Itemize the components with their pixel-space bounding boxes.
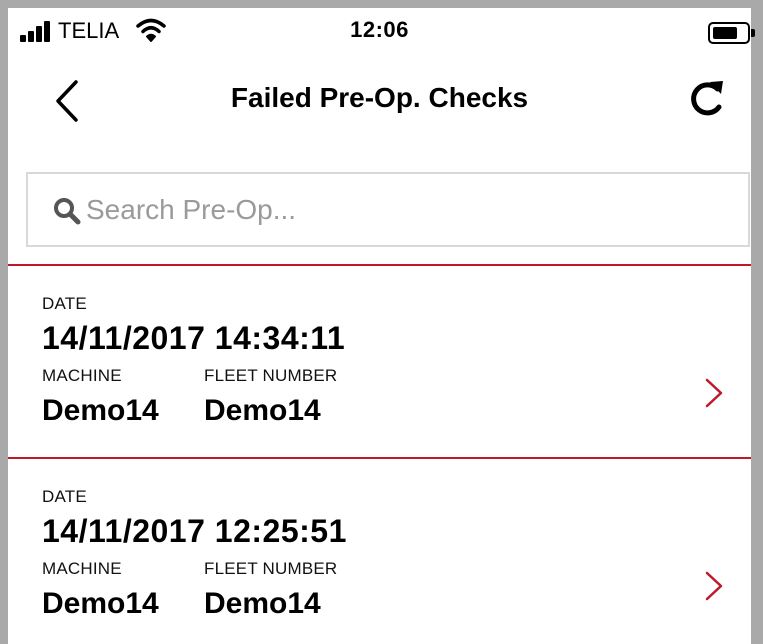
fleet-number-value: Demo14 bbox=[204, 587, 321, 620]
fleet-number-value: Demo14 bbox=[204, 394, 321, 427]
date-value: 14/11/2017 14:34:11 bbox=[42, 320, 346, 356]
failed-checks-list: DATE 14/11/2017 14:34:11 MACHINE Demo14 … bbox=[8, 264, 751, 644]
date-label: DATE bbox=[42, 487, 87, 506]
list-item[interactable]: DATE 14/11/2017 12:25:51 MACHINE Demo14 … bbox=[8, 457, 751, 644]
search-input[interactable] bbox=[86, 188, 726, 232]
app-screen: TELIA 12:06 Failed Pre-Op. Checks Search… bbox=[0, 0, 763, 644]
machine-value: Demo14 bbox=[42, 587, 159, 620]
status-bar: TELIA 12:06 bbox=[8, 8, 755, 58]
refresh-button[interactable] bbox=[682, 74, 732, 124]
machine-label: MACHINE bbox=[42, 366, 122, 385]
fleet-number-label: FLEET NUMBER bbox=[204, 559, 338, 578]
date-value: 14/11/2017 12:25:51 bbox=[42, 513, 347, 549]
page-title: Failed Pre-Op. Checks bbox=[230, 82, 529, 113]
machine-label: MACHINE bbox=[42, 559, 122, 578]
status-time: 12:06 bbox=[350, 17, 409, 42]
machine-value: Demo14 bbox=[42, 394, 159, 427]
chevron-right-icon bbox=[705, 378, 723, 408]
date-label: DATE bbox=[42, 294, 87, 313]
fleet-number-label: FLEET NUMBER bbox=[204, 366, 338, 385]
window-border-top bbox=[0, 0, 763, 8]
search-icon bbox=[54, 198, 81, 225]
battery-icon bbox=[708, 22, 755, 44]
window-border-right bbox=[751, 0, 763, 644]
chevron-right-icon bbox=[705, 571, 723, 601]
list-item[interactable]: DATE 14/11/2017 14:34:11 MACHINE Demo14 … bbox=[8, 264, 751, 457]
search-box[interactable] bbox=[26, 172, 750, 247]
refresh-icon bbox=[691, 81, 723, 116]
window-border-left bbox=[0, 0, 8, 644]
navigation-bar: Failed Pre-Op. Checks bbox=[8, 58, 751, 148]
